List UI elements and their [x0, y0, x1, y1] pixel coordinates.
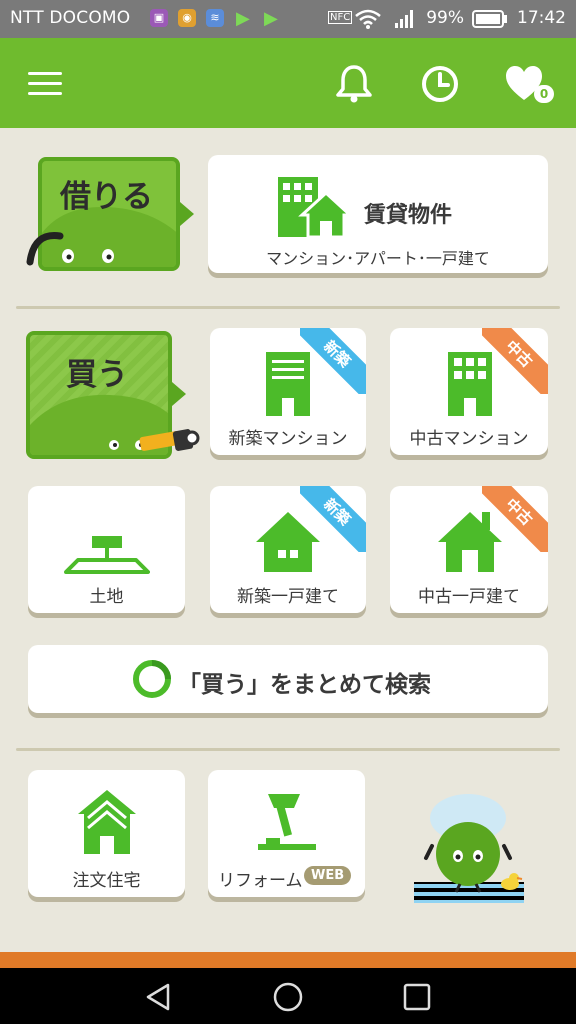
buy-tag-label: 買う	[66, 357, 128, 393]
app-header	[0, 38, 576, 128]
status-bar: NTT DOCOMO ▣ ◉ ≋ ▶ ▶ NFC 99% 17:42	[0, 0, 576, 38]
rent-tag-label: 借りる	[60, 179, 153, 215]
play-store-icon: ▶	[236, 8, 250, 29]
house-icon	[256, 512, 320, 572]
building-house-icon	[278, 177, 350, 239]
app-notification-icon: ◉	[178, 9, 196, 27]
new-condo-label: 新築マンション	[228, 429, 348, 449]
search-all-buy-label: 「買う」をまとめて検索	[178, 672, 431, 698]
house-chimney-icon	[438, 512, 502, 572]
search-all-buy-button[interactable]: 「買う」をまとめて検索	[28, 645, 548, 713]
battery-icon	[472, 10, 507, 28]
back-icon[interactable]	[144, 982, 174, 1012]
buy-tag-tail	[172, 382, 186, 406]
rent-mascot-arm-icon	[26, 232, 64, 266]
menu-icon[interactable]	[28, 72, 62, 98]
hammer-icon	[258, 794, 316, 850]
gallery-notification-icon: ▣	[150, 9, 168, 27]
web-badge: WEB	[304, 866, 352, 885]
section-divider	[16, 306, 560, 309]
nfc-icon: NFC	[328, 11, 353, 24]
used-house-card[interactable]: 中古 中古一戸建て	[390, 486, 548, 613]
signal-icon	[395, 10, 413, 28]
new-condo-card[interactable]: 新築 新築マンション	[210, 328, 366, 455]
land-label: 土地	[89, 587, 124, 607]
recent-apps-icon[interactable]	[402, 982, 432, 1012]
home-icon[interactable]	[272, 981, 304, 1013]
favorites-count-badge: 0	[534, 85, 554, 103]
condo-building-icon	[266, 352, 310, 416]
history-clock-icon[interactable]	[418, 64, 462, 104]
reform-label: リフォーム	[218, 871, 303, 891]
rental-card-title: 賃貸物件	[364, 203, 453, 228]
new-house-label: 新築一戸建て	[237, 587, 339, 607]
wifi-icon	[355, 9, 381, 29]
rental-property-card[interactable]: 賃貸物件 マンション･アパート･一戸建て	[208, 155, 548, 273]
reform-card[interactable]: リフォーム WEB	[208, 770, 365, 897]
custom-house-icon	[78, 790, 136, 854]
section-divider	[16, 748, 560, 751]
custom-home-label: 注文住宅	[72, 871, 141, 891]
android-nav-bar	[0, 968, 576, 1024]
used-condo-label: 中古マンション	[409, 429, 529, 449]
rental-card-subtitle: マンション･アパート･一戸建て	[266, 249, 490, 268]
play-store-icon: ▶	[264, 8, 278, 29]
battery-percent: 99%	[426, 8, 464, 28]
custom-home-card[interactable]: 注文住宅	[28, 770, 185, 897]
land-card[interactable]: 土地	[28, 486, 185, 613]
used-house-label: 中古一戸建て	[418, 587, 520, 607]
notification-bell-icon[interactable]	[332, 64, 376, 104]
condo-building-icon	[448, 352, 492, 416]
new-house-card[interactable]: 新築 新築一戸建て	[210, 486, 366, 613]
wifi-app-notification-icon: ≋	[206, 9, 224, 27]
rent-tag-tail	[180, 202, 194, 226]
search-ring-icon	[133, 660, 171, 698]
land-plot-icon	[64, 536, 150, 574]
used-condo-card[interactable]: 中古 中古マンション	[390, 328, 548, 455]
telescope-icon	[139, 429, 200, 451]
clock-time: 17:42	[517, 8, 566, 28]
bottom-banner-strip	[0, 952, 576, 968]
shower-mascot-icon	[414, 794, 524, 903]
carrier-name: NTT DOCOMO	[10, 8, 131, 28]
